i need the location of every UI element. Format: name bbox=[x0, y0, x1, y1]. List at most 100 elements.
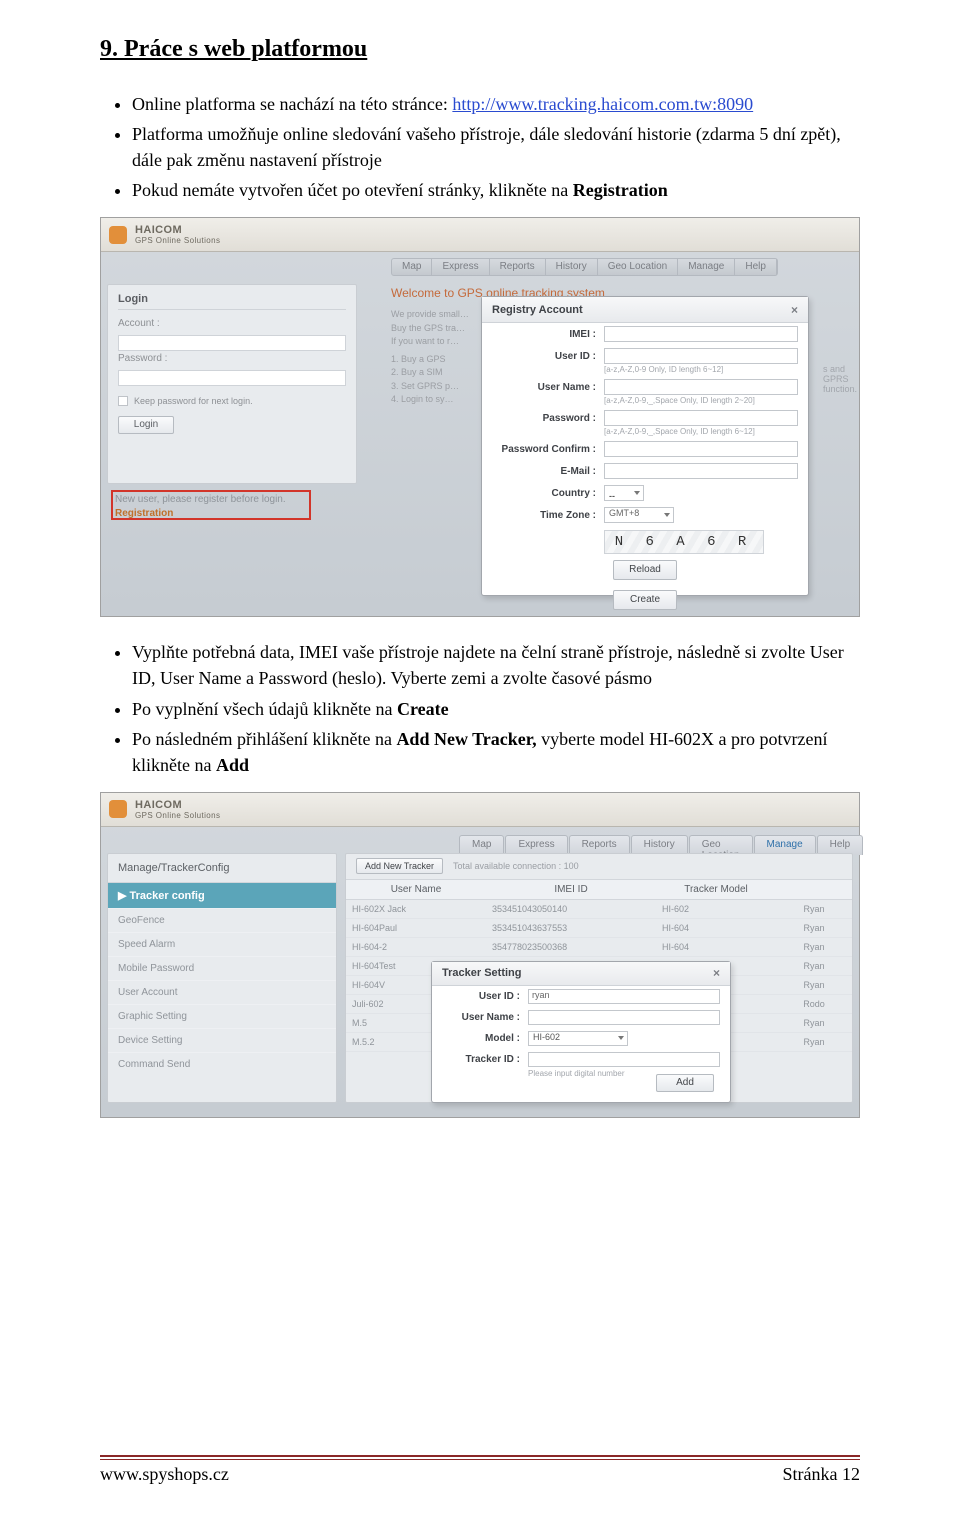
login-account-input[interactable] bbox=[118, 335, 346, 351]
tab-help[interactable]: Help bbox=[817, 835, 864, 855]
dlg2-trackerid-input[interactable] bbox=[528, 1052, 720, 1067]
sidebar-item-tracker-config[interactable]: ▶ Tracker config bbox=[108, 883, 336, 908]
step-4: 4. Login to sy… bbox=[391, 393, 469, 407]
ss2-topbar: HAICOM GPS Online Solutions bbox=[101, 793, 859, 827]
platform-url-link[interactable]: http://www.tracking.haicom.com.tw:8090 bbox=[452, 94, 753, 114]
sidebar-item-mobile-password[interactable]: Mobile Password bbox=[108, 956, 336, 980]
cell-name: HI-604Paul bbox=[346, 919, 486, 937]
captcha-image: N 6 A 6 R bbox=[604, 530, 764, 554]
mid-item-2-text: Po vyplnění všech údajů klikněte na bbox=[132, 699, 397, 719]
add-new-tracker-button[interactable]: Add New Tracker bbox=[356, 858, 443, 874]
pwdconfirm-input[interactable] bbox=[604, 441, 798, 457]
mid-list: Vyplňte potřebná data, IMEI vaše přístro… bbox=[132, 639, 860, 777]
country-value: -- bbox=[605, 491, 615, 501]
table-row[interactable]: HI-604-2354778023500368HI-604Ryan bbox=[346, 938, 852, 957]
sidebar-item-geofence[interactable]: GeoFence bbox=[108, 908, 336, 932]
userid-label: User ID : bbox=[492, 351, 604, 362]
nav-help[interactable]: Help bbox=[735, 259, 777, 275]
nav-history[interactable]: History bbox=[546, 259, 598, 275]
login-account-label: Account : bbox=[118, 318, 346, 329]
panel-header: Add New Tracker Total available connecti… bbox=[346, 854, 852, 880]
tab-history[interactable]: History bbox=[631, 835, 688, 855]
timezone-select[interactable]: GMT+8 bbox=[604, 507, 674, 523]
sidebar-item-command-send[interactable]: Command Send bbox=[108, 1052, 336, 1076]
password-input[interactable] bbox=[604, 410, 798, 426]
login-password-input[interactable] bbox=[118, 370, 346, 386]
haicom-logo-icon bbox=[109, 800, 127, 818]
tab-express[interactable]: Express bbox=[505, 835, 567, 855]
intro-item-3: Pokud nemáte vytvořen účet po otevření s… bbox=[132, 177, 860, 203]
mid-item-2: Po vyplnění všech údajů klikněte na Crea… bbox=[132, 696, 860, 722]
login-panel: Login Account : Password : Keep password… bbox=[107, 284, 357, 484]
nav-map[interactable]: Map bbox=[392, 259, 432, 275]
cell-model: HI-604 bbox=[656, 938, 776, 956]
country-select[interactable]: -- bbox=[604, 485, 644, 501]
step-1: 1. Buy a GPS bbox=[391, 353, 469, 367]
close-icon[interactable]: × bbox=[791, 303, 798, 317]
tab-manage[interactable]: Manage bbox=[754, 835, 816, 855]
nav-geolocation[interactable]: Geo Location bbox=[598, 259, 679, 275]
email-input[interactable] bbox=[604, 463, 798, 479]
intro-line-2: Buy the GPS tra… bbox=[391, 322, 469, 336]
sidebar-item-user-account[interactable]: User Account bbox=[108, 980, 336, 1004]
dlg2-model-select[interactable]: HI-602 bbox=[528, 1031, 628, 1046]
cell-action: Ryan bbox=[776, 938, 852, 956]
cell-action: Ryan bbox=[776, 957, 852, 975]
footer-rule bbox=[100, 1455, 860, 1460]
country-label: Country : bbox=[492, 488, 604, 499]
sidebar-item-graphic-setting[interactable]: Graphic Setting bbox=[108, 1004, 336, 1028]
password-label: Password : bbox=[492, 413, 604, 424]
cell-imei: 354778023500368 bbox=[486, 938, 656, 956]
dlg2-userid-input[interactable]: ryan bbox=[528, 989, 720, 1004]
intro-item-2: Platforma umožňuje online sledování vaše… bbox=[132, 121, 860, 173]
side-info-text: s and GPRS function. bbox=[823, 364, 859, 394]
tab-reports[interactable]: Reports bbox=[569, 835, 630, 855]
cell-model: HI-602 bbox=[656, 900, 776, 918]
username-input[interactable] bbox=[604, 379, 798, 395]
nav-reports[interactable]: Reports bbox=[490, 259, 546, 275]
intro-item-1: Online platforma se nachází na této strá… bbox=[132, 91, 860, 117]
create-button[interactable]: Create bbox=[613, 590, 677, 610]
brand-title: HAICOM bbox=[135, 224, 220, 236]
table-row[interactable]: HI-602X Jack353451043050140HI-602Ryan bbox=[346, 900, 852, 919]
intro-line-3: If you want to r… bbox=[391, 335, 469, 349]
add-button[interactable]: Add bbox=[656, 1074, 714, 1092]
step-2: 2. Buy a SIM bbox=[391, 366, 469, 380]
brand-subtitle: GPS Online Solutions bbox=[135, 236, 220, 245]
timezone-label: Time Zone : bbox=[492, 510, 604, 521]
close-icon[interactable]: × bbox=[713, 966, 720, 980]
nav-express[interactable]: Express bbox=[432, 259, 489, 275]
password-hint: [a-z,A-Z,0-9,_,Space Only, ID length 6~1… bbox=[482, 427, 808, 436]
nav-manage[interactable]: Manage bbox=[678, 259, 735, 275]
cell-action: Ryan bbox=[776, 919, 852, 937]
breadcrumb: Manage/TrackerConfig bbox=[108, 854, 336, 883]
imei-input[interactable] bbox=[604, 326, 798, 342]
dialog-title: Registry Account bbox=[492, 304, 583, 316]
login-button[interactable]: Login bbox=[118, 416, 174, 434]
tab-map[interactable]: Map bbox=[459, 835, 504, 855]
tracker-setting-dialog: Tracker Setting × User ID :ryan User Nam… bbox=[431, 961, 731, 1103]
login-remember-row[interactable]: Keep password for next login. bbox=[118, 396, 346, 406]
intro-list: Online platforma se nachází na této strá… bbox=[132, 91, 860, 203]
page-heading: 9. Práce s web platformou bbox=[100, 36, 860, 63]
userid-hint: [a-z,A-Z,0-9 Only, ID length 6~12] bbox=[482, 365, 808, 374]
userid-input[interactable] bbox=[604, 348, 798, 364]
tab-geolocation[interactable]: Geo Location bbox=[689, 835, 753, 855]
screenshot-tracker-config: HAICOM GPS Online Solutions Map Express … bbox=[100, 792, 860, 1118]
intro-item-3-bold: Registration bbox=[573, 180, 668, 200]
welcome-intro: We provide small… Buy the GPS tra… If yo… bbox=[391, 308, 469, 407]
sidebar-item-speed-alarm[interactable]: Speed Alarm bbox=[108, 932, 336, 956]
checkbox-icon[interactable] bbox=[118, 396, 128, 406]
dialog-header: Registry Account × bbox=[482, 297, 808, 323]
cell-imei: 353451043050140 bbox=[486, 900, 656, 918]
mid-item-3: Po následném přihlášení klikněte na Add … bbox=[132, 726, 860, 778]
imei-label: IMEI : bbox=[492, 329, 604, 340]
reload-button[interactable]: Reload bbox=[613, 560, 677, 580]
dlg2-username-label: User Name : bbox=[442, 1012, 528, 1023]
username-label: User Name : bbox=[492, 382, 604, 393]
dlg2-username-input[interactable] bbox=[528, 1010, 720, 1025]
sidebar-item-device-setting[interactable]: Device Setting bbox=[108, 1028, 336, 1052]
table-header: User Name IMEI ID Tracker Model bbox=[346, 880, 852, 900]
cell-imei: 353451043637553 bbox=[486, 919, 656, 937]
table-row[interactable]: HI-604Paul353451043637553HI-604Ryan bbox=[346, 919, 852, 938]
